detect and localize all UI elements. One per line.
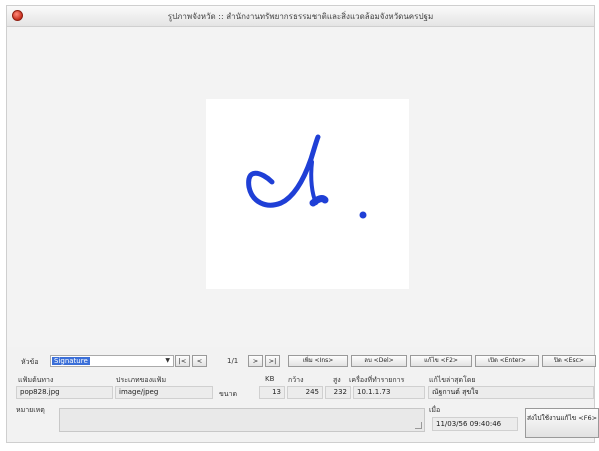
kb-field: 13 [259,386,285,399]
width-label: กว้าง [288,376,304,384]
topic-label: หัวข้อ [21,358,39,366]
edit-button[interactable]: แก้ไข <F2> [410,355,472,367]
app-window: รูปภาพจังหวัด :: สำนักงานทรัพยากรธรรมชาต… [6,5,599,443]
filename-field: pop828.jpg [16,386,113,399]
resize-grip-icon[interactable] [415,422,422,429]
filetype-field: image/jpeg [115,386,213,399]
title-bar: รูปภาพจังหวัด :: สำนักงานทรัพยากรธรรมชาต… [7,6,594,27]
height-label: สูง [333,376,341,384]
filetype-label: ประเภทของแฟ้ม [116,376,167,384]
open-button[interactable]: เปิด <Enter> [475,355,539,367]
signature-image [246,134,367,219]
datetime-field: 11/03/56 09:40:46 [432,417,518,431]
page-indicator: 1/1 [227,357,239,365]
image-viewer [7,27,594,347]
note-textarea[interactable] [59,408,425,432]
window-title: รูปภาพจังหวัด :: สำนักงานทรัพยากรธรรมชาต… [167,12,434,21]
prev-record-button[interactable]: < [192,355,207,367]
chevron-down-icon[interactable]: ▼ [165,357,170,364]
last-record-button[interactable]: >| [265,355,280,367]
topic-select-value: Signature [52,357,90,365]
send-to-edit-button[interactable]: ส่งไปใช้งานแก้ไข <F6> [525,408,599,438]
date-label: เมื่อ [429,406,441,414]
first-record-button[interactable]: |< [175,355,190,367]
next-record-button[interactable]: > [248,355,263,367]
image-preview [206,99,409,289]
width-field: 245 [287,386,323,399]
note-label: หมายเหตุ [16,406,45,414]
size-label: ขนาด [219,390,238,398]
editor-field: ณัฐกานต์ สุขใจ [428,386,594,399]
add-button[interactable]: เพิ่ม <Ins> [288,355,348,367]
editor-label: แก้ไขล่าสุดโดย [429,376,476,384]
kb-label: KB [265,375,275,383]
height-field: 232 [325,386,351,399]
machine-field: 10.1.1.73 [353,386,425,399]
delete-button[interactable]: ลบ <Del> [351,355,407,367]
close-button[interactable]: ปิด <Esc> [542,355,596,367]
topic-select[interactable]: Signature ▼ [50,355,174,367]
machine-label: เครื่องที่ทำรายการ [349,376,405,384]
filename-label: แฟ้มต้นทาง [18,376,54,384]
